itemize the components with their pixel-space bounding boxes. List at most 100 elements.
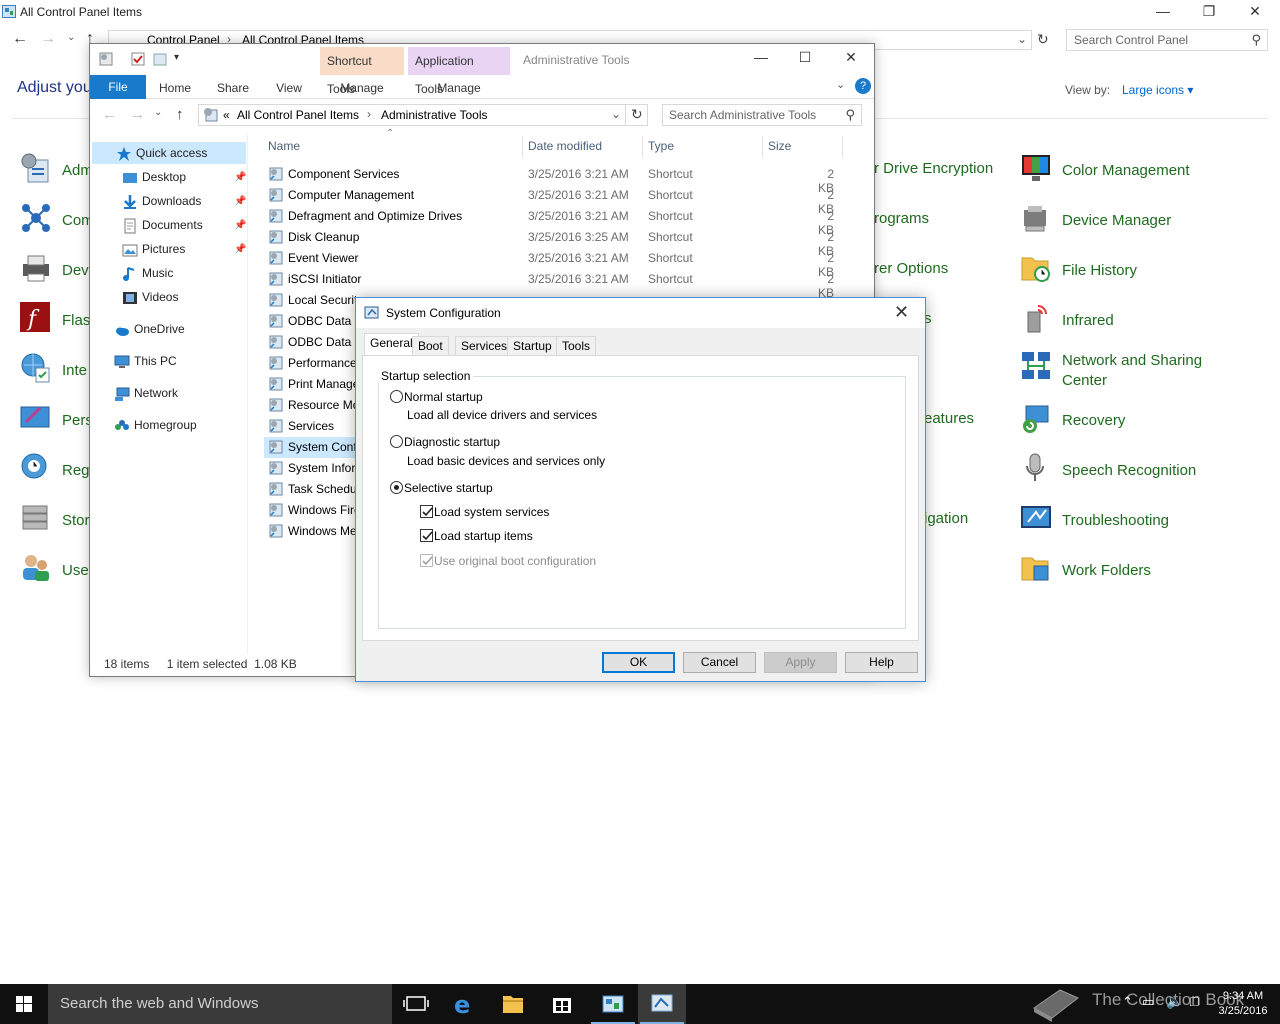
edge-button[interactable]: e xyxy=(440,984,488,1024)
normal-startup-radio[interactable] xyxy=(390,390,403,403)
globe-clock-icon xyxy=(21,453,47,479)
back-arrow-icon[interactable]: ← xyxy=(12,30,28,48)
forward-arrow-icon[interactable]: → xyxy=(130,106,145,123)
expand-ribbon-icon[interactable]: ⌄ xyxy=(836,78,845,91)
load-system-services-checkbox[interactable] xyxy=(420,505,433,518)
column-separator[interactable] xyxy=(762,136,763,158)
close-button[interactable]: ✕ xyxy=(1232,0,1278,24)
new-folder-icon[interactable] xyxy=(152,51,168,67)
shortcut-icon xyxy=(268,292,284,308)
address-prefix[interactable]: « xyxy=(223,108,230,122)
tab-manage-shortcut[interactable]: Manage xyxy=(320,77,404,99)
admin-tools-icon xyxy=(21,153,49,183)
breadcrumb-item[interactable]: All Control Panel Items xyxy=(237,108,359,122)
explorer-search[interactable]: Search Administrative Tools ⚲ xyxy=(662,104,862,126)
refresh-button[interactable]: ↻ xyxy=(626,104,648,126)
tab-home[interactable]: Home xyxy=(152,77,198,99)
clock[interactable]: 9:34 AM 3/25/2016 xyxy=(1216,989,1270,1019)
tab-share[interactable]: Share xyxy=(210,77,256,99)
file-row[interactable]: Component Services 3/25/2016 3:21 AM Short… xyxy=(264,164,864,195)
explorer-close-button[interactable]: ✕ xyxy=(828,46,874,70)
tab-view[interactable]: View xyxy=(266,77,312,99)
file-name: Performance xyxy=(288,356,357,370)
view-by-dropdown[interactable]: Large icons ▾ xyxy=(1122,83,1193,97)
taskbar-search[interactable]: Search the web and Windows xyxy=(48,984,392,1024)
explorer-minimize-button[interactable]: — xyxy=(738,46,784,70)
file-name: Resource Mo xyxy=(288,398,360,412)
shortcut-tools-tab[interactable]: Shortcut Tools xyxy=(320,47,404,96)
selective-startup-radio[interactable] xyxy=(390,481,403,494)
column-name[interactable]: Name xyxy=(268,139,300,153)
up-arrow-icon[interactable]: ↑ xyxy=(176,106,184,123)
back-arrow-icon[interactable]: ← xyxy=(102,106,117,123)
cp-item-sync-center[interactable]: igation xyxy=(924,510,968,527)
column-type[interactable]: Type xyxy=(648,139,674,153)
homegroup-icon xyxy=(115,420,129,430)
pin-icon[interactable]: 📌 xyxy=(234,196,246,207)
start-button[interactable] xyxy=(0,984,48,1024)
tab-services[interactable]: Services xyxy=(455,336,514,356)
file-tab[interactable]: File xyxy=(90,75,146,99)
file-row[interactable]: Disk Cleanup 3/25/2016 3:25 AM Shortcut 2 K… xyxy=(264,227,864,258)
tab-startup[interactable]: Startup xyxy=(507,336,558,356)
help-button[interactable]: Help xyxy=(845,652,918,673)
ok-button[interactable]: OK xyxy=(602,652,675,673)
customize-toolbar-icon[interactable]: ▾ xyxy=(174,52,179,63)
address-dropdown-icon[interactable]: ⌄ xyxy=(1017,32,1027,46)
minimize-button[interactable]: — xyxy=(1140,0,1186,24)
properties-icon[interactable] xyxy=(98,51,114,67)
column-date-modified[interactable]: Date modified xyxy=(528,139,602,153)
cancel-button[interactable]: Cancel xyxy=(683,652,756,673)
tab-boot[interactable]: Boot xyxy=(412,336,449,356)
action-center-icon[interactable]: □ xyxy=(1190,993,1198,1009)
tab-general[interactable]: General xyxy=(364,333,419,356)
restore-button[interactable]: ❐ xyxy=(1186,0,1232,24)
checkbox-quick-icon[interactable] xyxy=(130,51,146,67)
explorer-address-bar[interactable]: « All Control Panel Items › Administrati… xyxy=(198,104,626,126)
file-row[interactable]: Event Viewer 3/25/2016 3:21 AM Shortcut 2 K… xyxy=(264,248,864,279)
cp-item-file-explorer-options[interactable]: rer Options xyxy=(874,260,948,277)
dialog-close-button[interactable]: ✕ xyxy=(894,302,909,323)
load-system-services-label[interactable]: Load system services xyxy=(434,505,549,519)
recent-dropdown-icon[interactable]: ⌄ xyxy=(154,107,162,118)
breadcrumb-item[interactable]: Administrative Tools xyxy=(381,108,488,122)
load-startup-items-checkbox[interactable] xyxy=(420,529,433,542)
help-icon[interactable]: ? xyxy=(855,78,871,94)
pin-icon[interactable]: 📌 xyxy=(234,172,246,183)
load-startup-items-label[interactable]: Load startup items xyxy=(434,529,533,543)
volume-icon[interactable]: 🔈 xyxy=(1166,993,1183,1010)
diagnostic-startup-label[interactable]: Diagnostic startup xyxy=(404,435,500,449)
cp-item-default-programs[interactable]: rograms xyxy=(874,210,929,227)
cp-item-programs-features[interactable]: eatures xyxy=(924,410,974,427)
task-view-button[interactable] xyxy=(392,984,440,1024)
column-separator[interactable] xyxy=(842,136,843,158)
msconfig-taskbar-button[interactable] xyxy=(638,984,686,1024)
refresh-icon[interactable]: ↻ xyxy=(1037,31,1049,48)
file-row[interactable]: Computer Management 3/25/2016 3:21 AM Shor… xyxy=(264,185,864,216)
file-row[interactable]: iSCSI Initiator 3/25/2016 3:21 AM Shortcut… xyxy=(264,269,864,300)
selective-startup-label[interactable]: Selective startup xyxy=(404,481,493,495)
column-separator[interactable] xyxy=(642,136,643,158)
diagnostic-startup-radio[interactable] xyxy=(390,435,403,448)
file-explorer-button[interactable] xyxy=(489,984,537,1024)
tab-tools[interactable]: Tools xyxy=(556,336,597,356)
recent-dropdown-icon[interactable]: ⌄ xyxy=(67,32,75,43)
cp-item-bitlocker[interactable]: r Drive Encryption xyxy=(874,160,993,177)
tab-manage-application[interactable]: Manage xyxy=(408,77,510,99)
file-row[interactable]: Defragment and Optimize Drives 3/25/2016 … xyxy=(264,206,864,237)
column-size[interactable]: Size xyxy=(768,139,791,153)
pin-icon[interactable]: 📌 xyxy=(234,244,246,255)
column-separator[interactable] xyxy=(522,136,523,158)
control-panel-taskbar-button[interactable] xyxy=(589,984,637,1024)
address-dropdown-icon[interactable]: ⌄ xyxy=(611,107,621,121)
file-name: Component Services xyxy=(288,167,400,181)
control-panel-search[interactable]: Search Control Panel ⚲ xyxy=(1066,29,1268,51)
network-tray-icon[interactable]: ▭ xyxy=(1142,994,1154,1010)
explorer-maximize-button[interactable]: ☐ xyxy=(782,46,828,70)
normal-startup-label[interactable]: Normal startup xyxy=(404,390,483,404)
show-hidden-icons-icon[interactable]: ⌃ xyxy=(1122,994,1133,1010)
forward-arrow-icon[interactable]: → xyxy=(40,30,56,48)
application-tools-tab[interactable]: Application Tools xyxy=(408,47,510,96)
pin-icon[interactable]: 📌 xyxy=(234,220,246,231)
store-button[interactable] xyxy=(538,984,586,1024)
